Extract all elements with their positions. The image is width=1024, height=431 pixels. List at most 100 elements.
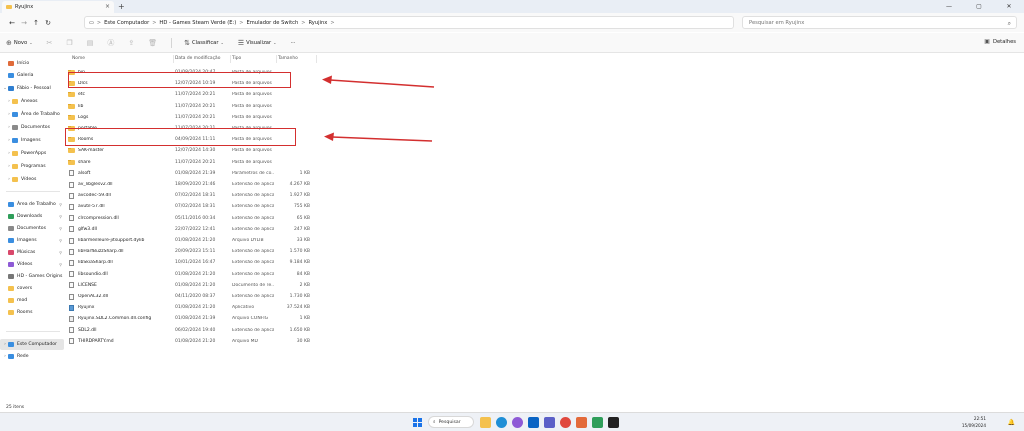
sidebar-item[interactable]: › Rede bbox=[0, 351, 64, 362]
tab-close-icon[interactable]: × bbox=[105, 3, 110, 10]
share-button[interactable]: ⇪ bbox=[128, 39, 136, 47]
file-row[interactable]: share 11/07/2024 20:21 Pasta de arquivos bbox=[66, 157, 320, 168]
taskbar-search[interactable]: ⌕ Pesquisar bbox=[428, 416, 474, 428]
xbox-icon[interactable] bbox=[592, 417, 603, 428]
file-row[interactable]: Ryujinx 01/08/2024 21:20 Aplicativo 37.524 … bbox=[66, 302, 320, 313]
file-row[interactable]: clrcompression.dll 05/11/2016 00:34 Extens… bbox=[66, 213, 320, 224]
close-icon[interactable]: ✕ bbox=[994, 0, 1024, 13]
sort-button[interactable]: ⇅ Classificar ⌄ bbox=[184, 39, 226, 47]
file-row[interactable]: THIRDPARTY.md 01/08/2024 21:20 Arquivo MD 3… bbox=[66, 336, 320, 347]
outlook-icon[interactable] bbox=[528, 417, 539, 428]
file-row[interactable]: etc 11/07/2024 20:21 Pasta de arquivos bbox=[66, 89, 320, 100]
cut-button[interactable]: ✂ bbox=[47, 39, 55, 47]
sidebar-item[interactable]: Área de Trabalho ⚲ bbox=[0, 199, 64, 210]
file-row[interactable]: libarmeilleure-jitsupport.dylib 01/08/202… bbox=[66, 235, 320, 246]
sidebar-item[interactable]: › Vídeos bbox=[0, 174, 64, 185]
sidebar-item[interactable]: ⌄ Fábio - Pessoal bbox=[0, 83, 64, 94]
file-explorer-icon[interactable] bbox=[480, 417, 491, 428]
sidebar-item[interactable]: › Programas bbox=[0, 161, 64, 172]
column-size[interactable]: Tamanho bbox=[278, 54, 298, 63]
breadcrumb-drive[interactable]: HD - Games Steam Verde (E:) bbox=[159, 20, 236, 26]
details-button[interactable]: ▣ Detalhes bbox=[984, 38, 1016, 45]
back-icon[interactable]: ← bbox=[6, 19, 18, 27]
column-divider[interactable] bbox=[276, 55, 277, 63]
clock-date[interactable]: 15/09/2024 bbox=[956, 423, 986, 428]
sidebar-item[interactable]: › Documentos bbox=[0, 122, 64, 133]
sidebar-item[interactable]: Rooms bbox=[0, 307, 64, 318]
file-row[interactable]: LICENSE 01/08/2024 21:20 Documento de Te..… bbox=[66, 280, 320, 291]
column-divider[interactable] bbox=[230, 55, 231, 63]
column-divider[interactable] bbox=[316, 55, 317, 63]
view-button[interactable]: ☰ Visualizar ⌄ bbox=[238, 39, 279, 47]
new-tab-icon[interactable]: + bbox=[118, 1, 125, 12]
forward-icon[interactable]: → bbox=[18, 19, 30, 27]
tab-ryujinx[interactable]: Ryujinx × bbox=[2, 1, 114, 13]
sidebar-item[interactable]: › Este Computador bbox=[0, 339, 64, 350]
photos-icon[interactable] bbox=[576, 417, 587, 428]
maximize-icon[interactable]: ▢ bbox=[964, 0, 994, 13]
column-type[interactable]: Tipo bbox=[232, 54, 241, 63]
teams-icon[interactable] bbox=[544, 417, 555, 428]
minimize-icon[interactable]: — bbox=[934, 0, 964, 13]
sidebar-item[interactable]: › Imagens bbox=[0, 135, 64, 146]
file-row[interactable]: libHarfBuzzSharp.dll 20/09/2023 15:11 Exte… bbox=[66, 246, 320, 257]
file-row[interactable]: lib 11/07/2024 20:21 Pasta de arquivos bbox=[66, 101, 320, 112]
sidebar-item[interactable]: HD - Games Origins bbox=[0, 271, 64, 282]
search-box[interactable]: ⌕ bbox=[742, 16, 1017, 29]
file-row[interactable]: libSkiaSharp.dll 10/01/2024 16:47 Extensão… bbox=[66, 257, 320, 268]
file-date: 18/09/2020 21:46 bbox=[175, 182, 216, 187]
file-row[interactable]: SDL2.dll 06/02/2024 19:40 Extensão de apli… bbox=[66, 325, 320, 336]
file-row[interactable]: OpenAL32.dll 04/11/2020 08:37 Extensão de … bbox=[66, 291, 320, 302]
search-input[interactable] bbox=[749, 19, 989, 26]
highlight-box-dlcs bbox=[68, 72, 291, 88]
notification-bell-icon[interactable]: 🔔 bbox=[1006, 417, 1017, 428]
breadcrumb[interactable]: ▭ > Este Computador > HD - Games Steam V… bbox=[84, 16, 734, 29]
folder-icon bbox=[6, 5, 12, 9]
copy-button[interactable]: ❐ bbox=[66, 39, 74, 47]
file-row[interactable]: Ryujinx.SDL2.Common.dll.config 01/08/2024… bbox=[66, 313, 320, 324]
chrome-icon[interactable] bbox=[560, 417, 571, 428]
breadcrumb-ryujinx[interactable]: Ryujinx bbox=[308, 20, 327, 26]
more-button[interactable]: ··· bbox=[290, 40, 295, 46]
file-row[interactable]: libsoundio.dll 01/08/2024 21:20 Extensão d… bbox=[66, 269, 320, 280]
column-divider[interactable] bbox=[173, 55, 174, 63]
arrow-annotation-rooms bbox=[324, 132, 433, 142]
sidebar-item[interactable]: Imagens ⚲ bbox=[0, 235, 64, 246]
breadcrumb-computer[interactable]: Este Computador bbox=[104, 20, 149, 26]
file-row[interactable]: SAK-master 12/07/2024 14:30 Pasta de arqui… bbox=[66, 145, 320, 156]
file-row[interactable]: avcodec-59.dll 07/02/2024 18:31 Extensão d… bbox=[66, 190, 320, 201]
sidebar-item[interactable]: Músicas ⚲ bbox=[0, 247, 64, 258]
sidebar-item[interactable]: Documentos ⚲ bbox=[0, 223, 64, 234]
breadcrumb-emulator[interactable]: Emulador de Switch bbox=[246, 20, 298, 26]
paste-button[interactable]: ▤ bbox=[87, 39, 96, 47]
refresh-icon[interactable]: ↻ bbox=[42, 19, 54, 27]
column-date[interactable]: Data de modificação bbox=[175, 54, 220, 63]
nvidia-icon[interactable] bbox=[608, 417, 619, 428]
sidebar-item[interactable]: covers bbox=[0, 283, 64, 294]
copilot-icon[interactable] bbox=[512, 417, 523, 428]
sidebar-item[interactable]: Vídeos ⚲ bbox=[0, 259, 64, 270]
clock-time[interactable]: 22:51 bbox=[956, 416, 986, 421]
up-icon[interactable]: ↑ bbox=[30, 19, 42, 27]
sidebar-item[interactable]: › Anexos bbox=[0, 96, 64, 107]
delete-button[interactable]: 🗑 bbox=[148, 39, 159, 47]
search-icon[interactable]: ⌕ bbox=[1008, 20, 1011, 28]
rename-button[interactable]: Ⓐ bbox=[107, 38, 116, 48]
file-row[interactable]: glfw3.dll 22/07/2022 12:41 Extensão de apl… bbox=[66, 224, 320, 235]
sidebar-item[interactable]: › Área de Trabalho bbox=[0, 109, 64, 120]
tab-title: Ryujinx bbox=[15, 4, 34, 10]
sidebar-item[interactable]: Galeria bbox=[0, 70, 64, 81]
new-button[interactable]: ⊕ Novo ⌄ bbox=[6, 39, 35, 47]
file-row[interactable]: alsoft 01/08/2024 21:39 Parâmetros de co..… bbox=[66, 168, 320, 179]
windows-icon[interactable] bbox=[412, 417, 423, 428]
trash-icon: 🗑 bbox=[148, 38, 158, 47]
file-row[interactable]: av_libglesv2.dll 18/09/2020 21:46 Extensão… bbox=[66, 179, 320, 190]
sidebar-item[interactable]: Início bbox=[0, 58, 64, 69]
edge-icon[interactable] bbox=[496, 417, 507, 428]
column-name[interactable]: Nome bbox=[72, 54, 85, 63]
sidebar-item[interactable]: mod bbox=[0, 295, 64, 306]
sidebar-item[interactable]: › PowerApps bbox=[0, 148, 64, 159]
sidebar-item[interactable]: Downloads ⚲ bbox=[0, 211, 64, 222]
file-row[interactable]: avutil-57.dll 07/02/2024 18:31 Extensão de… bbox=[66, 201, 320, 212]
file-row[interactable]: Logs 11/07/2024 20:21 Pasta de arquivos bbox=[66, 112, 320, 123]
